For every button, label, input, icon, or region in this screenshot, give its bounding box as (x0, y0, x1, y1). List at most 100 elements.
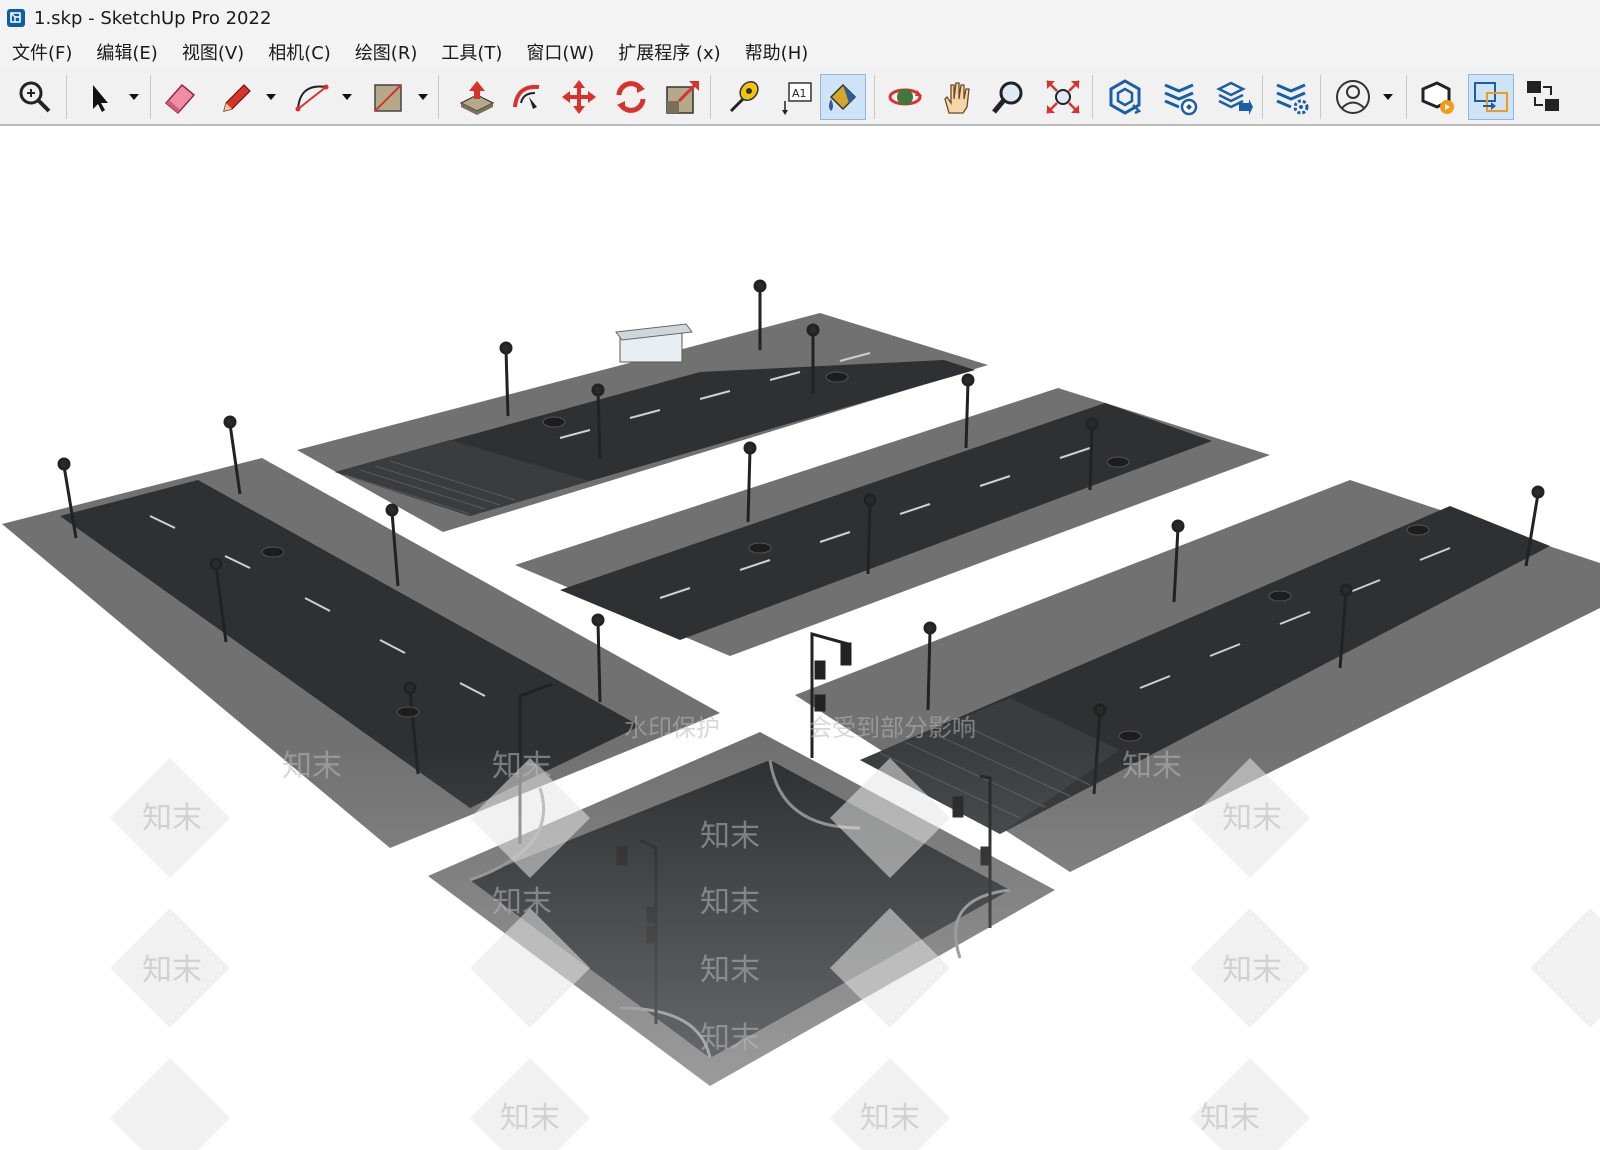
pan-tool-button[interactable] (934, 74, 980, 120)
toolbar-separator (438, 75, 439, 119)
toolbar-separator (150, 75, 151, 119)
window-title: 1.skp - SketchUp Pro 2022 (34, 7, 272, 29)
menu-window[interactable]: 窗口(W) (524, 37, 604, 67)
pencil-icon (223, 84, 251, 112)
watermark-zhimo: 知末 (700, 1021, 760, 1056)
rotate-icon (616, 81, 646, 113)
watermark-zhimo: 知末 (492, 885, 552, 920)
toolbar-separator (1262, 75, 1263, 119)
warehouse-icon (1109, 79, 1142, 115)
orbit-tool-button[interactable] (882, 74, 928, 120)
orbit-icon (888, 88, 922, 106)
watermark-zhimo: 知末 (700, 819, 760, 854)
watermark-zhimo: 知末 (282, 749, 342, 784)
arc-dropdown-arrow[interactable] (340, 91, 354, 103)
follow-me-tool-button[interactable] (504, 74, 550, 120)
watermark-zhimo: 知末 (860, 1101, 920, 1136)
account-icon (1336, 80, 1370, 114)
menu-draw[interactable]: 绘图(R) (353, 37, 428, 67)
menu-view[interactable]: 视图(V) (180, 37, 254, 67)
account-tool-button[interactable] (1330, 74, 1376, 120)
rectangle-dropdown-arrow[interactable] (416, 91, 430, 103)
arc-icon (295, 84, 329, 112)
rectangle-tool-button[interactable] (366, 74, 412, 120)
menu-file[interactable]: 文件(F) (10, 37, 82, 67)
toolbar-separator (1406, 75, 1407, 119)
scale-tool-button[interactable] (660, 74, 706, 120)
toolbar-separator (710, 75, 711, 119)
main-toolbar: A1 (0, 67, 1600, 126)
transfer-tool-button[interactable] (1468, 74, 1514, 120)
watermark-zhimo: 知末 (700, 953, 760, 988)
watermark-zhimo: 知末 (500, 1101, 560, 1136)
zoom-extents-tool-button[interactable] (12, 74, 58, 120)
watermark-protect: 水印保护 (624, 714, 720, 742)
account-dropdown-arrow[interactable] (1381, 91, 1395, 103)
menu-tools[interactable]: 工具(T) (439, 37, 512, 67)
extension-manager-icon (1164, 83, 1198, 116)
toolbar-separator (1320, 75, 1321, 119)
warehouse-tool-button[interactable] (1102, 74, 1148, 120)
arc-tool-button[interactable] (289, 74, 335, 120)
paint-bucket-tool-button[interactable] (820, 74, 866, 120)
push-pull-tool-button[interactable] (454, 74, 500, 120)
extension-settings-tool-button[interactable] (1268, 74, 1314, 120)
push-pull-icon (459, 81, 495, 115)
bus-shelter (615, 323, 693, 363)
follow-me-icon (513, 84, 540, 109)
watermark-zhimo: 知末 (1222, 953, 1282, 988)
live-components-tool-button[interactable] (1414, 74, 1460, 120)
select-tool-button[interactable] (76, 74, 122, 120)
chevron-down-icon (129, 94, 139, 100)
select-icon (93, 85, 108, 112)
toolbar-separator (66, 75, 67, 119)
chevron-down-icon (266, 94, 276, 100)
rotate-tool-button[interactable] (608, 74, 654, 120)
eraser-tool-button[interactable] (157, 74, 203, 120)
model-viewport[interactable]: 知末 知末 知末 知末 知末 知末 知末 知末 知末 知末 知末 知末 知末 知… (0, 128, 1600, 1150)
layout-send-tool-button[interactable] (1210, 74, 1256, 120)
scenes-icon (1527, 81, 1559, 111)
scenes-tool-button[interactable] (1520, 74, 1566, 120)
watermark-zhimo: 知末 (1222, 801, 1282, 836)
zoom-tool-button[interactable] (986, 74, 1032, 120)
text-tool-button[interactable]: A1 (772, 74, 818, 120)
scale-icon (666, 81, 699, 114)
transfer-icon (1474, 82, 1508, 112)
toolbar-separator (1092, 75, 1093, 119)
watermark-zhimo: 知末 (142, 953, 202, 988)
road-scene-drawing: 知末 知末 知末 知末 知末 知末 知末 知末 知末 知末 知末 知末 知末 知… (0, 279, 1600, 1150)
extension-manager-tool-button[interactable] (1156, 74, 1202, 120)
zoom-extents-icon (19, 81, 51, 113)
watermark-zhimo: 知末 (1122, 749, 1182, 784)
chevron-down-icon (418, 94, 428, 100)
paint-bucket-icon (829, 83, 857, 111)
watermark-zhimo: 知末 (492, 749, 552, 784)
watermark-notice: 会受到部分影响 (808, 714, 976, 742)
menu-bar: 文件(F) 编辑(E) 视图(V) 相机(C) 绘图(R) 工具(T) 窗口(W… (0, 36, 1600, 67)
tape-measure-tool-button[interactable] (718, 74, 764, 120)
menu-edit[interactable]: 编辑(E) (94, 37, 167, 67)
zoom-icon (992, 81, 1023, 114)
zoom-window-tool-button[interactable] (1040, 74, 1086, 120)
pan-icon (944, 82, 970, 114)
pencil-dropdown-arrow[interactable] (264, 91, 278, 103)
toolbar-separator (874, 75, 875, 119)
menu-camera[interactable]: 相机(C) (266, 37, 341, 67)
watermark-zhimo: 知末 (700, 885, 760, 920)
chevron-down-icon (342, 94, 352, 100)
text-icon: A1 (782, 82, 812, 115)
watermark-zhimo: 知末 (1200, 1101, 1260, 1136)
menu-extensions[interactable]: 扩展程序 (x) (616, 37, 730, 67)
live-components-icon (1421, 81, 1454, 114)
pencil-tool-button[interactable] (213, 74, 259, 120)
move-tool-button[interactable] (556, 74, 602, 120)
extension-settings-icon (1276, 83, 1309, 115)
chevron-down-icon (1383, 94, 1393, 100)
move-icon (562, 80, 596, 114)
tape-measure-icon (729, 81, 759, 113)
menu-help[interactable]: 帮助(H) (743, 37, 819, 67)
layout-send-icon (1216, 81, 1253, 115)
select-dropdown-arrow[interactable] (127, 91, 141, 103)
rectangle-icon (374, 84, 402, 112)
